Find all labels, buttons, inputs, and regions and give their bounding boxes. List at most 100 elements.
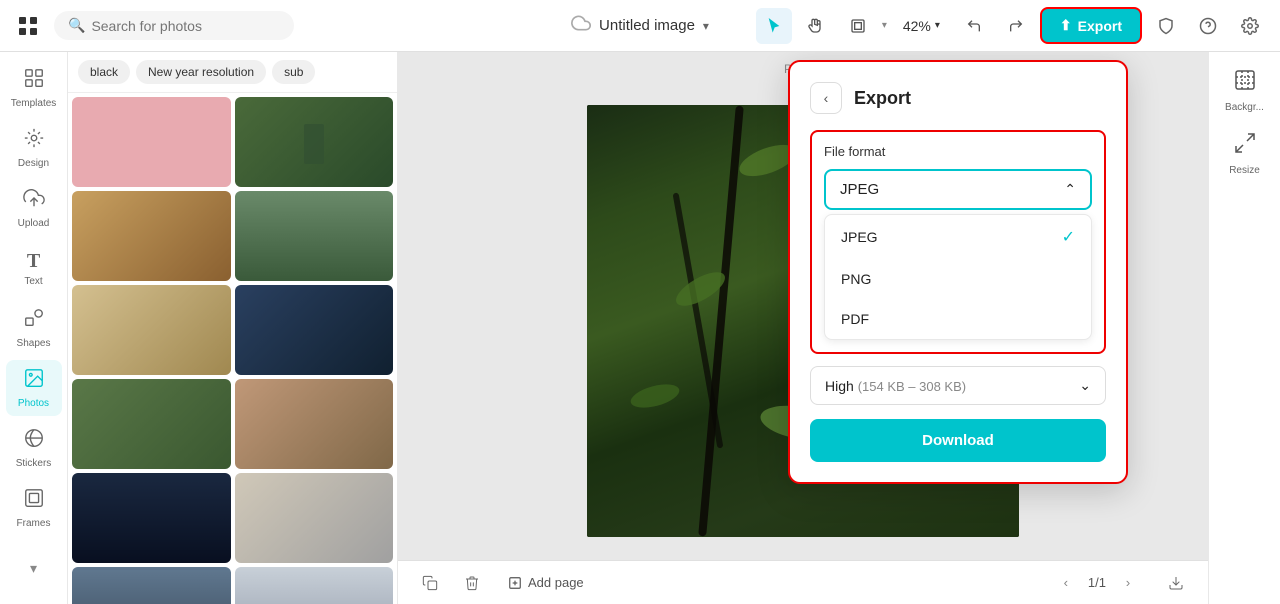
help-icon-btn[interactable] [1190,8,1226,44]
format-option-jpeg[interactable]: JPEG ✓ [825,215,1091,259]
format-option-png[interactable]: PNG [825,259,1091,299]
text-icon: T [27,250,40,273]
design-icon [23,127,45,155]
sidebar-item-text[interactable]: T Text [6,240,62,296]
sidebar-item-upload[interactable]: Upload [6,180,62,236]
sidebar-more: ▾ [6,540,62,596]
resize-label: Resize [1229,165,1260,176]
background-icon [1233,68,1257,98]
download-icon-btn[interactable] [1160,567,1192,599]
add-page-button[interactable]: Add page [498,569,594,596]
right-panel-background[interactable]: Backgr... [1215,60,1275,121]
photo-thumb-5[interactable] [72,285,231,375]
shapes-label: Shapes [17,338,51,349]
quality-size: (154 KB – 308 KB) [858,379,966,394]
settings-icon-btn[interactable] [1232,8,1268,44]
photo-thumb-8[interactable] [235,379,394,469]
file-format-label: File format [824,144,1092,159]
jpeg-check-icon: ✓ [1062,227,1075,247]
cloud-icon [571,13,591,38]
photo-thumb-11[interactable] [72,567,231,604]
undo-button[interactable] [956,8,992,44]
selected-format-label: JPEG [840,181,879,198]
search-icon: 🔍 [68,17,85,34]
add-page-label: Add page [528,575,584,590]
tag-new-year[interactable]: New year resolution [136,60,266,84]
sidebar-item-templates[interactable]: Templates [6,60,62,116]
download-label: Download [922,432,994,449]
format-png-label: PNG [841,271,871,287]
photo-thumb-4[interactable] [235,191,394,281]
format-option-pdf[interactable]: PDF [825,299,1091,339]
sidebar-item-stickers[interactable]: Stickers [6,420,62,476]
tag-black[interactable]: black [78,60,130,84]
page-navigation: ‹ 1/1 › [1052,569,1142,597]
hand-tool[interactable] [798,8,834,44]
export-label: Export [1078,18,1122,34]
sidebar-item-photos[interactable]: Photos [6,360,62,416]
photo-thumb-12[interactable] [235,567,394,604]
sidebar-item-shapes[interactable]: Shapes [6,300,62,356]
zoom-control[interactable]: 42% ▾ [893,12,950,40]
redo-button[interactable] [998,8,1034,44]
photo-thumb-6[interactable] [235,285,394,375]
quality-section: High (154 KB – 308 KB) ⌄ [810,366,1106,405]
upload-label: Upload [18,218,50,229]
right-panel-resize[interactable]: Resize [1215,123,1275,184]
photos-label: Photos [18,398,49,409]
upload-icon [23,187,45,215]
document-title[interactable]: Untitled image [599,17,695,34]
templates-label: Templates [11,98,57,109]
sidebar: Templates Design Upload T Text Shapes [0,52,68,604]
shield-icon-btn[interactable] [1148,8,1184,44]
prev-page-button[interactable]: ‹ [1052,569,1080,597]
photo-thumb-3[interactable] [72,191,231,281]
sidebar-more-btn[interactable]: ▾ [6,540,62,596]
title-chevron[interactable]: ▾ [703,19,709,33]
file-format-section: File format JPEG ⌃ JPEG ✓ PNG [810,130,1106,354]
quality-select-button[interactable]: High (154 KB – 308 KB) ⌄ [810,366,1106,405]
frames-label: Frames [17,518,51,529]
search-bar[interactable]: 🔍 [54,11,294,40]
export-button[interactable]: ⬆ Export [1040,7,1142,44]
copy-page-button[interactable] [414,567,446,599]
more-icon: ▾ [30,560,37,577]
resize-icon [1233,131,1257,161]
topbar: 🔍 Untitled image ▾ ▾ 42% ▾ [0,0,1280,52]
frame-tool[interactable] [840,8,876,44]
frames-icon [23,487,45,515]
zoom-chevron: ▾ [935,20,940,31]
photo-thumb-2[interactable] [235,97,394,187]
pointer-tool[interactable] [756,8,792,44]
photo-thumb-9[interactable] [72,473,231,563]
right-panel: Backgr... Resize [1208,52,1280,604]
search-input[interactable] [91,18,280,34]
sidebar-item-design[interactable]: Design [6,120,62,176]
export-icon: ⬆ [1060,17,1072,34]
document-title-area: Untitled image ▾ [571,13,709,38]
stickers-label: Stickers [16,458,52,469]
download-button[interactable]: Download [810,419,1106,462]
photo-thumb-10[interactable] [235,473,394,563]
quality-info: High (154 KB – 308 KB) [825,378,966,394]
page-total: 1 [1099,575,1106,590]
photo-thumb-1[interactable] [72,97,231,187]
design-label: Design [18,158,49,169]
photo-grid [68,93,397,604]
tag-sub[interactable]: sub [272,60,315,84]
frame-chevron[interactable]: ▾ [882,20,887,31]
next-page-button[interactable]: › [1114,569,1142,597]
photo-thumb-7[interactable] [72,379,231,469]
canvas-area: Page 1 [398,52,1208,604]
toolbar: ▾ 42% ▾ ⬆ Export [756,7,1268,44]
format-select-button[interactable]: JPEG ⌃ [824,169,1092,210]
export-back-button[interactable]: ‹ [810,82,842,114]
page-indicator: 1/1 [1088,575,1106,590]
canvas-bottom-bar: Add page ‹ 1/1 › [398,560,1208,604]
sidebar-item-frames[interactable]: Frames [6,480,62,536]
quality-chevron: ⌄ [1079,377,1091,394]
export-panel-header: ‹ Export [810,82,1106,114]
photo-panel: black New year resolution sub [68,52,398,604]
app-logo [12,10,44,42]
delete-page-button[interactable] [456,567,488,599]
